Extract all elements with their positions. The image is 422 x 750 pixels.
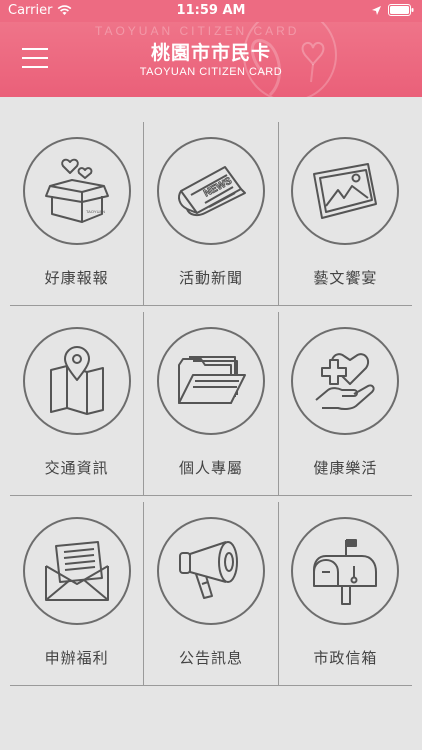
health-heart-icon (315, 353, 375, 411)
tile-circle (291, 327, 400, 435)
grid-row: TAOYUAN 好康報報 NEWS 活動新聞 藝文饗宴 (10, 122, 412, 306)
tile-label: 公告訊息 (178, 649, 243, 667)
megaphone-icon (178, 541, 238, 599)
grid-row: 交通資訊 個人專屬 健康樂活 (10, 312, 412, 496)
app-title: 桃園市市民卡 (150, 42, 271, 64)
tile-circle (22, 517, 131, 625)
tile-announcements[interactable]: 公告訊息 (144, 502, 279, 685)
mailbox-icon (313, 539, 378, 605)
tile-event-news[interactable]: NEWS 活動新聞 (144, 122, 279, 305)
tile-label: 健康樂活 (313, 459, 378, 477)
tile-circle (291, 137, 400, 245)
tile-circle: NEWS (156, 137, 265, 245)
svg-text:TAOYUAN: TAOYUAN (86, 209, 105, 214)
status-bar: Carrier 11:59 AM (0, 0, 422, 22)
battery-icon (388, 4, 414, 16)
folder-icon (177, 356, 246, 404)
app-header: TAOYUAN CITIZEN CARD 桃園市市民卡 TAOYUAN CITI… (0, 22, 422, 97)
clock: 11:59 AM (176, 3, 246, 18)
tile-label: 好康報報 (44, 269, 109, 287)
tile-circle (156, 327, 265, 435)
tile-label: 藝文饗宴 (313, 269, 378, 287)
tile-label: 申辦福利 (44, 649, 109, 667)
app-subtitle: TAOYUAN CITIZEN CARD (139, 66, 283, 78)
tile-arts[interactable]: 藝文饗宴 (279, 122, 412, 305)
tile-circle (291, 517, 400, 625)
tile-city-mailbox[interactable]: 市政信箱 (279, 502, 412, 685)
tile-label: 市政信箱 (313, 649, 378, 667)
tile-label: 活動新聞 (178, 269, 243, 287)
tile-circle: TAOYUAN (22, 137, 131, 245)
tile-discounts[interactable]: TAOYUAN 好康報報 (10, 122, 145, 305)
tile-label: 個人專屬 (178, 459, 243, 477)
envelope-icon (44, 541, 109, 601)
newspaper-icon: NEWS (178, 166, 246, 217)
tile-label: 交通資訊 (44, 459, 109, 477)
menu-grid: TAOYUAN 好康報報 NEWS 活動新聞 藝文饗宴 交通資訊 個人專屬 健康… (10, 122, 412, 692)
tile-apply-welfare[interactable]: 申辦福利 (10, 502, 145, 685)
tile-circle (22, 327, 131, 435)
gift-box-icon: TAOYUAN (44, 158, 109, 223)
location-arrow-icon (372, 5, 381, 15)
map-pin-icon (49, 346, 104, 415)
tile-health[interactable]: 健康樂活 (279, 312, 412, 495)
grid-row: 申辦福利 公告訊息 市政信箱 (10, 502, 412, 686)
tile-personal[interactable]: 個人專屬 (144, 312, 279, 495)
tile-circle (156, 517, 265, 625)
tile-traffic[interactable]: 交通資訊 (10, 312, 145, 495)
picture-frame-icon (313, 163, 378, 219)
